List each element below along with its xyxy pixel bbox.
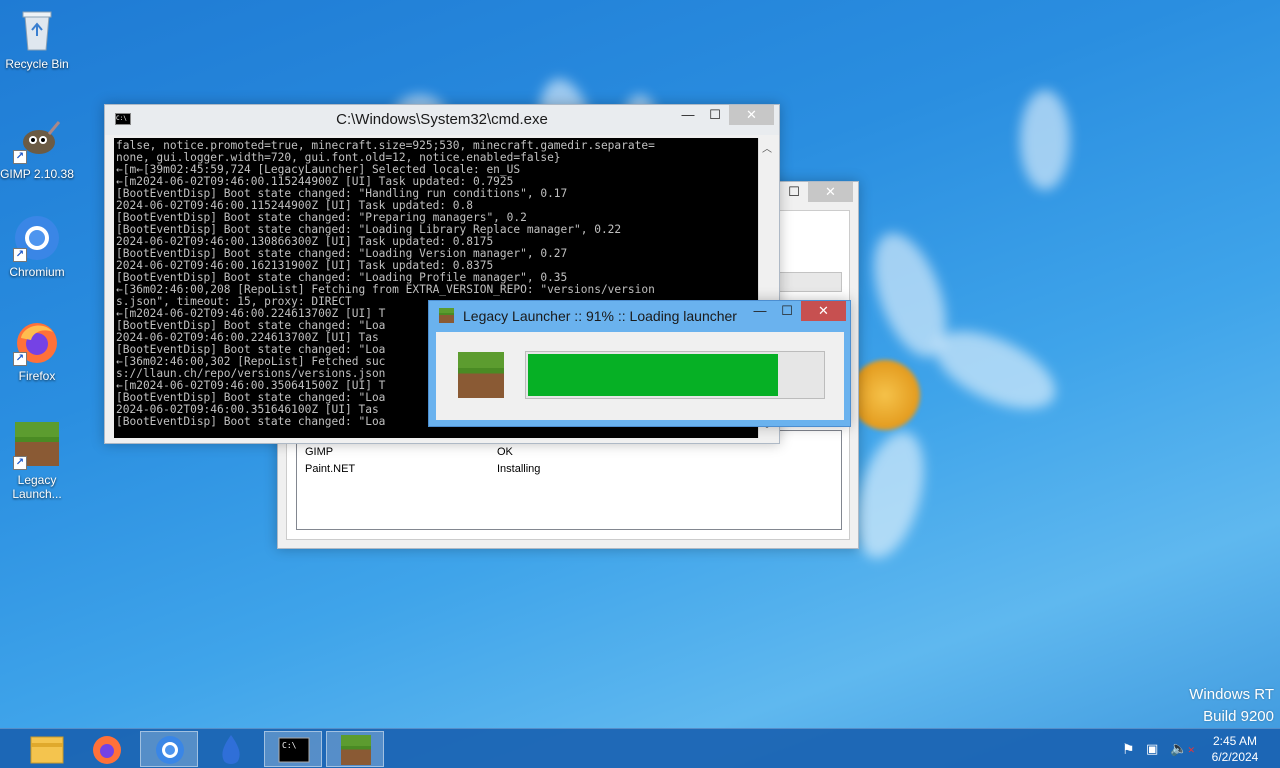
minimize-button[interactable]: —: [675, 105, 701, 125]
os-watermark: Windows RT Build 9200: [1189, 684, 1274, 728]
desktop-icon-label: Chromium: [9, 265, 65, 279]
install-status-list[interactable]: GIMP OK Paint.NET Installing: [296, 430, 842, 530]
close-button[interactable]: ✕: [808, 182, 853, 202]
shortcut-arrow-icon: ↗: [13, 456, 27, 470]
item-name: Paint.NET: [305, 463, 356, 475]
chromium-icon: [156, 736, 184, 764]
shortcut-arrow-icon: ↗: [13, 352, 27, 366]
desktop-icon-label: Recycle Bin: [5, 57, 69, 71]
list-item[interactable]: Paint.NET Installing: [297, 461, 841, 478]
chromium-icon: ↗: [13, 214, 61, 262]
taskbar-chromium[interactable]: [140, 731, 198, 767]
volume-muted-icon[interactable]: 🔈✕: [1170, 740, 1195, 757]
taskbar-file-explorer[interactable]: [18, 731, 76, 767]
recycle-bin-icon: [13, 6, 61, 54]
os-build: Build 9200: [1203, 708, 1274, 725]
app-drop-icon: [222, 735, 240, 764]
close-button[interactable]: ✕: [801, 301, 846, 321]
desktop-icon-label: Legacy: [17, 473, 57, 487]
desktop-icon-firefox[interactable]: ↗ Firefox: [0, 318, 74, 383]
scroll-up-arrow-icon[interactable]: ︿: [759, 140, 775, 155]
maximize-button[interactable]: ☐: [782, 182, 806, 202]
clock-date: 6/2/2024: [1211, 750, 1259, 764]
gimp-icon: ↗: [13, 116, 61, 164]
svg-text:C:\: C:\: [282, 741, 297, 750]
network-icon[interactable]: ▣: [1146, 741, 1158, 757]
taskbar-cmd[interactable]: C:\: [264, 731, 322, 767]
launcher-body: [436, 332, 844, 420]
desktop-icon-recycle-bin[interactable]: Recycle Bin: [0, 6, 74, 71]
taskbar-firefox[interactable]: [78, 731, 136, 767]
action-center-flag-icon[interactable]: ⚑: [1122, 741, 1135, 758]
system-tray: ⚑ ▣ 🔈✕: [1118, 729, 1198, 768]
item-status: Installing: [497, 463, 541, 475]
desktop-icon-gimp[interactable]: ↗ GIMP 2.10.38: [0, 116, 74, 181]
item-name: GIMP: [305, 446, 334, 458]
launcher-window[interactable]: Legacy Launcher :: 91% :: Loading launch…: [428, 300, 851, 427]
cmd-titlebar[interactable]: C:\ C:\Windows\System32\cmd.exe — ☐ ✕: [105, 105, 779, 135]
os-edition: Windows RT: [1189, 686, 1274, 703]
minimize-button[interactable]: —: [747, 301, 773, 321]
firefox-icon: [93, 736, 121, 764]
item-status: OK: [497, 446, 513, 458]
cmd-icon: C:\: [278, 737, 310, 763]
progress-fill: [528, 354, 778, 396]
legacy-launcher-icon: [341, 735, 371, 765]
maximize-button[interactable]: ☐: [702, 105, 728, 125]
launcher-titlebar[interactable]: Legacy Launcher :: 91% :: Loading launch…: [429, 301, 850, 331]
taskbar-app-drop[interactable]: [202, 731, 260, 767]
grass-block-logo: [458, 352, 504, 398]
launcher-window-icon: [439, 308, 454, 323]
desktop-icon-legacy-launcher[interactable]: ↗ Legacy Launch...: [0, 422, 74, 501]
file-explorer-icon: [30, 736, 64, 764]
desktop-icon-label: Launch...: [12, 487, 62, 501]
clock[interactable]: 2:45 AM 6/2/2024: [1200, 729, 1270, 768]
path-field[interactable]: [778, 272, 842, 292]
firefox-icon: ↗: [13, 318, 61, 366]
shortcut-arrow-icon: ↗: [13, 150, 27, 164]
desktop-icon-chromium[interactable]: ↗ Chromium: [0, 214, 74, 279]
taskbar: C:\ ⚑ ▣ 🔈✕ 2:45 AM 6/2/2024: [0, 728, 1280, 768]
shortcut-arrow-icon: ↗: [13, 248, 27, 262]
legacy-launcher-icon: ↗: [13, 422, 61, 470]
maximize-button[interactable]: ☐: [775, 301, 799, 321]
desktop-icon-label: Firefox: [18, 369, 56, 383]
clock-time: 2:45 AM: [1212, 734, 1258, 748]
taskbar-legacy-launcher[interactable]: [326, 731, 384, 767]
loading-progress-bar: [525, 351, 825, 399]
desktop-icon-label: GIMP 2.10.38: [0, 167, 74, 181]
list-item[interactable]: GIMP OK: [297, 444, 841, 461]
close-button[interactable]: ✕: [729, 105, 774, 125]
